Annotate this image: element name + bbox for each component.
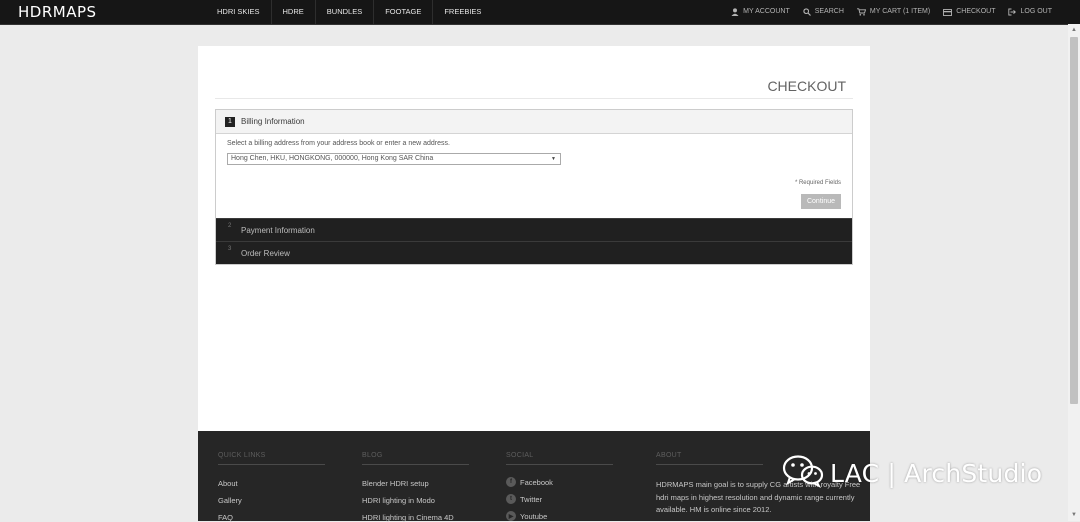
search-label: SEARCH xyxy=(814,8,844,15)
footer-quick-links: QUICK LINKS About Gallery FAQ xyxy=(218,452,325,522)
step-payment-header[interactable]: 2 Payment Information xyxy=(216,218,852,241)
site-footer: QUICK LINKS About Gallery FAQ BLOG Blend… xyxy=(198,431,870,522)
nav-freebies[interactable]: FREEBIES xyxy=(433,0,492,24)
my-account-label: MY ACCOUNT xyxy=(743,8,790,15)
about-heading: ABOUT xyxy=(656,452,682,459)
twitter-icon: t xyxy=(506,494,516,504)
social-link-youtube[interactable]: ▶ Youtube xyxy=(506,511,547,521)
footer-link-gallery[interactable]: Gallery xyxy=(218,496,242,505)
credit-card-icon xyxy=(943,8,953,16)
quick-links-heading: QUICK LINKS xyxy=(218,452,266,459)
account-nav: MY ACCOUNT SEARCH MY CART (1 ITEM) CHECK… xyxy=(718,0,1052,24)
footer-about: ABOUT HDRMAPS main goal is to supply CG … xyxy=(656,452,860,514)
site-logo[interactable]: HDRMAPS xyxy=(18,3,97,21)
dropdown-arrow-icon: ▼ xyxy=(551,156,556,162)
blog-link-blender[interactable]: Blender HDRI setup xyxy=(362,479,429,488)
nav-bundles[interactable]: BUNDLES xyxy=(316,0,375,24)
page-title: CHECKOUT xyxy=(767,78,846,94)
step-review-title: Order Review xyxy=(241,249,290,258)
step-billing-header[interactable]: 1 Billing Information xyxy=(216,110,852,134)
nav-search[interactable]: SEARCH xyxy=(803,0,844,24)
nav-hdri-skies[interactable]: HDRI SKIES xyxy=(206,0,272,24)
page-scrollbar[interactable]: ▲ ▼ xyxy=(1068,24,1080,521)
step-number-badge: 1 xyxy=(225,116,235,127)
footer-divider xyxy=(506,464,613,465)
step-number: 2 xyxy=(228,223,232,229)
billing-address-prompt: Select a billing address from your addre… xyxy=(227,140,450,147)
nav-footage[interactable]: FOOTAGE xyxy=(374,0,434,24)
footer-divider xyxy=(218,464,325,465)
youtube-icon: ▶ xyxy=(506,511,516,521)
nav-checkout[interactable]: CHECKOUT xyxy=(943,0,995,24)
twitter-label: Twitter xyxy=(520,494,543,504)
cart-icon xyxy=(856,8,866,16)
facebook-label: Facebook xyxy=(520,477,553,487)
nav-hdre[interactable]: HDRE xyxy=(272,0,316,24)
youtube-label: Youtube xyxy=(520,511,548,521)
facebook-icon: f xyxy=(506,477,516,487)
scroll-up-arrow-icon[interactable]: ▲ xyxy=(1068,24,1080,36)
footer-blog: BLOG Blender HDRI setup HDRI lighting in… xyxy=(362,452,469,522)
wechat-logo-icon xyxy=(782,454,824,493)
billing-form: Select a billing address from your addre… xyxy=(216,134,852,218)
title-divider xyxy=(215,98,853,99)
log-out-label: LOG OUT xyxy=(1020,8,1052,15)
logout-icon xyxy=(1008,8,1017,16)
checkout-steps: 1 Billing Information Select a billing a… xyxy=(215,109,853,265)
watermark-text: LAC | ArchStudio xyxy=(830,458,1043,488)
continue-button[interactable]: Continue xyxy=(801,194,841,209)
step-billing-title: Billing Information xyxy=(241,117,305,126)
search-icon xyxy=(803,8,811,16)
step-review-header[interactable]: 3 Order Review xyxy=(216,241,852,264)
main-content: CHECKOUT 1 Billing Information Select a … xyxy=(198,46,870,431)
footer-social: SOCIAL f Facebook t Twitter ▶ Youtube xyxy=(506,452,613,521)
user-icon xyxy=(731,8,739,16)
main-nav: HDRI SKIES HDRE BUNDLES FOOTAGE FREEBIES xyxy=(206,0,492,24)
watermark: LAC | ArchStudio xyxy=(782,453,1042,493)
footer-divider xyxy=(656,464,763,465)
scroll-thumb[interactable] xyxy=(1070,37,1078,404)
footer-link-about[interactable]: About xyxy=(218,479,238,488)
nav-my-cart[interactable]: MY CART (1 ITEM) xyxy=(856,0,931,24)
my-cart-label: MY CART (1 ITEM) xyxy=(869,8,931,15)
step-payment-title: Payment Information xyxy=(241,226,315,235)
footer-divider xyxy=(362,464,469,465)
billing-address-select[interactable]: Hong Chen, HKU, HONGKONG, 000000, Hong K… xyxy=(227,153,561,165)
step-number: 3 xyxy=(228,246,232,252)
selected-address: Hong Chen, HKU, HONGKONG, 000000, Hong K… xyxy=(231,155,434,162)
top-navbar: HDRMAPS HDRI SKIES HDRE BUNDLES FOOTAGE … xyxy=(0,0,1080,25)
social-link-twitter[interactable]: t Twitter xyxy=(506,494,542,504)
blog-heading: BLOG xyxy=(362,452,383,459)
required-fields-note: * Required Fields xyxy=(794,180,841,186)
nav-my-account[interactable]: MY ACCOUNT xyxy=(731,0,790,24)
nav-log-out[interactable]: LOG OUT xyxy=(1008,0,1052,24)
checkout-label: CHECKOUT xyxy=(956,8,996,15)
social-heading: SOCIAL xyxy=(506,452,534,459)
scroll-down-arrow-icon[interactable]: ▼ xyxy=(1068,509,1080,521)
social-link-facebook[interactable]: f Facebook xyxy=(506,477,553,487)
blog-link-modo[interactable]: HDRI lighting in Modo xyxy=(362,496,435,505)
